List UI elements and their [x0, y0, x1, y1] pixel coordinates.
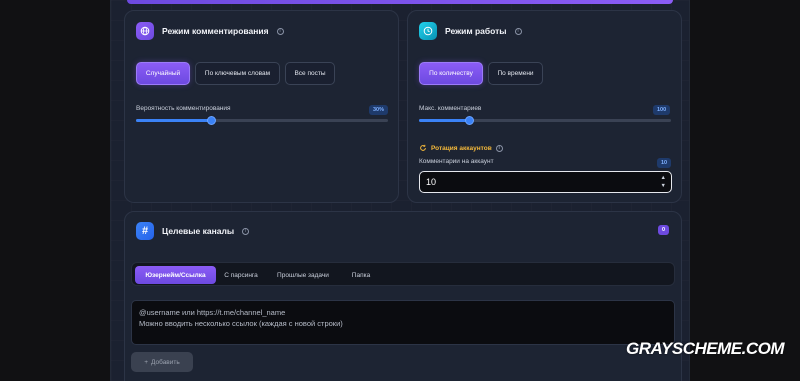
tab-past-tasks[interactable]: Прошлые задачи — [269, 266, 337, 284]
max-comments-slider[interactable] — [419, 116, 671, 125]
rotation-toggle[interactable]: Ротация аккаунтов i — [419, 144, 503, 152]
quantity-stepper[interactable]: ▲ ▼ — [661, 174, 666, 190]
target-channels-card: # Целевые каналы i 0 Юзернейм/Ссылка С п… — [124, 211, 682, 381]
channels-textarea[interactable]: @username или https://t.me/channel_name … — [131, 300, 675, 345]
work-mode-card: Режим работы i По количеству По времени … — [407, 10, 682, 203]
max-comments-slider-fill — [419, 119, 470, 122]
max-comments-slider-handle[interactable] — [464, 116, 474, 125]
by-count-button[interactable]: По количеству — [419, 62, 483, 85]
rotation-label: Ротация аккаунтов — [431, 144, 492, 152]
mode-keywords-button[interactable]: По ключевым словам — [195, 62, 280, 85]
by-time-button[interactable]: По времени — [488, 62, 543, 85]
target-channels-header: # Целевые каналы i — [136, 222, 250, 240]
add-label: Добавить — [151, 358, 180, 366]
hash-icon: # — [136, 222, 154, 240]
globe-icon — [136, 22, 154, 40]
mode-random-button[interactable]: Случайный — [136, 62, 190, 85]
probability-slider[interactable] — [136, 116, 388, 125]
tab-folder[interactable]: Папка — [342, 266, 380, 284]
per-account-badge: 10 — [657, 158, 672, 168]
plus-icon: + — [144, 358, 149, 366]
probability-slider-handle[interactable] — [207, 116, 217, 125]
clock-icon — [419, 22, 437, 40]
right-dark-panel — [690, 0, 800, 381]
top-accent-bar — [127, 0, 673, 4]
info-icon[interactable]: i — [276, 27, 284, 35]
channels-count-badge: 0 — [658, 225, 670, 235]
info-icon[interactable]: i — [495, 144, 503, 152]
info-icon[interactable]: i — [514, 27, 522, 35]
max-comments-label: Макс. комментариев — [419, 105, 482, 112]
comment-mode-title: Режим комментирования — [162, 26, 269, 36]
main-content: Режим комментирования i Случайный По клю… — [110, 0, 690, 381]
per-account-value: 10 — [426, 177, 437, 187]
per-account-input[interactable]: 10 ▲ ▼ — [419, 171, 672, 193]
comment-mode-header: Режим комментирования i — [136, 22, 284, 40]
add-button[interactable]: + Добавить — [131, 352, 193, 372]
left-dark-panel — [0, 0, 110, 381]
tab-username-link[interactable]: Юзернейм/Ссылка — [135, 266, 216, 284]
watermark: GRAYSCHEME.COM — [626, 339, 784, 358]
refresh-icon — [420, 144, 426, 151]
max-comments-badge: 100 — [653, 105, 671, 115]
comment-mode-card: Режим комментирования i Случайный По клю… — [124, 10, 399, 203]
channel-source-tabs: Юзернейм/Ссылка С парсинга Прошлые задач… — [131, 262, 675, 286]
info-icon[interactable]: i — [242, 227, 250, 235]
per-account-label: Комментарии на аккаунт — [419, 158, 494, 165]
probability-label: Вероятность комментирования — [136, 105, 231, 112]
work-mode-title: Режим работы — [445, 26, 507, 36]
mode-all-posts-button[interactable]: Все посты — [285, 62, 335, 85]
work-mode-header: Режим работы i — [419, 22, 522, 40]
probability-slider-fill — [136, 119, 212, 122]
tab-parsing[interactable]: С парсинга — [218, 266, 264, 284]
chevron-up-icon[interactable]: ▲ — [661, 174, 666, 182]
chevron-down-icon[interactable]: ▼ — [661, 182, 666, 190]
probability-badge: 30% — [369, 105, 389, 115]
target-channels-title: Целевые каналы — [162, 226, 235, 236]
